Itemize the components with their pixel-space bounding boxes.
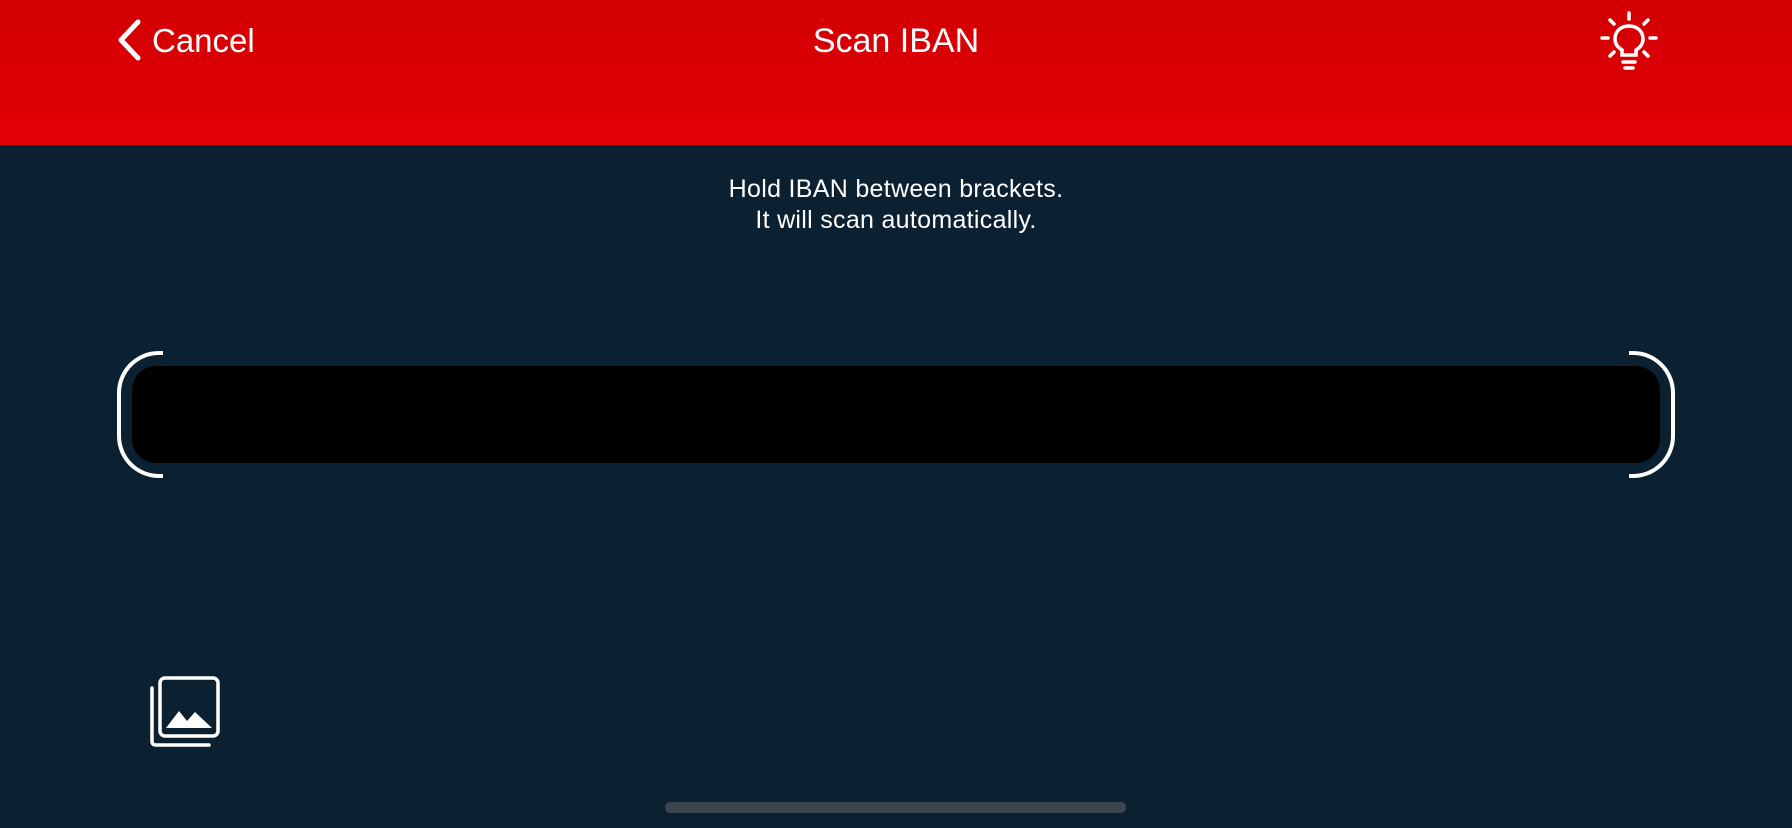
home-indicator [665,802,1126,813]
torch-button[interactable] [1598,10,1662,72]
page-title: Scan IBAN [812,22,980,60]
lightbulb-icon [1600,11,1658,70]
left-bracket [117,351,163,478]
photo-library-button[interactable] [148,675,222,749]
photo-library-icon [150,676,220,747]
scan-instructions: Hold IBAN between brackets. It will scan… [0,174,1792,236]
camera-scan-window [132,366,1660,463]
scan-frame [117,351,1675,478]
right-bracket [1629,351,1675,478]
navigation-bar: Cancel Scan IBAN [0,0,1792,145]
instruction-line-1: Hold IBAN between brackets. [728,175,1064,203]
instruction-line-2: It will scan automatically. [755,206,1037,234]
